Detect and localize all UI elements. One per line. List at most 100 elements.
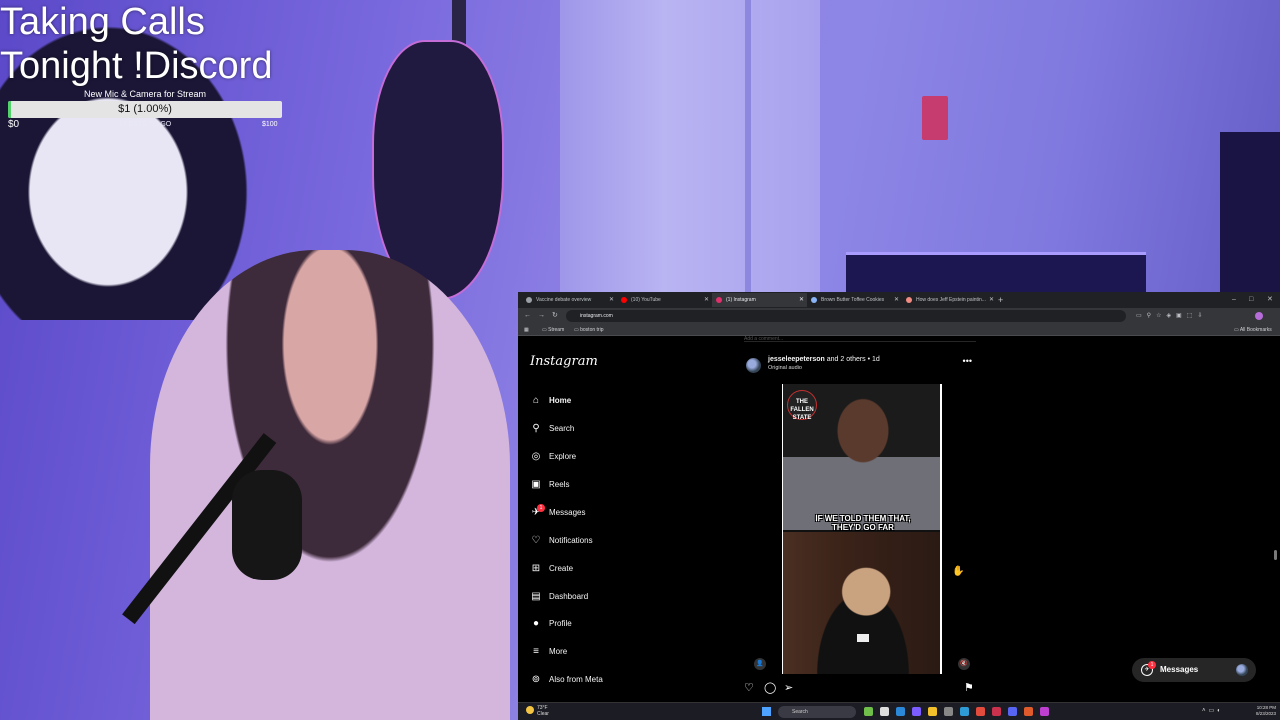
compass-icon: ◎	[531, 451, 541, 462]
back-button[interactable]: ←	[524, 310, 531, 322]
video-channel-logo: THE FALLEN STATE	[787, 390, 817, 421]
post-author[interactable]: jesseleepeterson and 2 others • 1d	[768, 356, 880, 363]
steam-icon[interactable]	[960, 707, 969, 716]
system-tray[interactable]: ˄▭◐	[1202, 705, 1224, 717]
tab-youtube[interactable]: (10) YouTube ✕	[617, 293, 712, 307]
sidebar-item-search[interactable]: ⚲ Search	[530, 420, 640, 438]
tab-instagram[interactable]: (1) Instagram ✕	[712, 293, 807, 307]
sidebar-item-label: Dashboard	[549, 592, 589, 601]
clock-date: 8/23/2023	[1255, 711, 1276, 716]
youtube-icon	[621, 297, 627, 303]
all-bookmarks[interactable]: ▭ All Bookmarks	[1234, 324, 1272, 336]
forward-button[interactable]: →	[538, 310, 545, 322]
bookmark-label: Stream	[548, 327, 565, 333]
windows-start-icon[interactable]	[762, 707, 771, 716]
post-header: jesseleepeterson and 2 others • 1d Origi…	[744, 354, 976, 376]
taskbar-search[interactable]: Search	[778, 706, 856, 718]
sidebar-item-notifications[interactable]: ♡ Notifications	[530, 532, 640, 550]
original-audio[interactable]: Original audio	[768, 365, 802, 371]
like-heart-icon[interactable]: ♡	[744, 680, 754, 696]
messages-button[interactable]: ✈ 1 Messages	[1132, 658, 1256, 682]
app-icon[interactable]	[1040, 707, 1049, 716]
obs-icon[interactable]	[992, 707, 1001, 716]
more-options-icon[interactable]: •••	[963, 356, 972, 366]
close-icon[interactable]: ✕	[894, 293, 899, 307]
edge-icon[interactable]	[896, 707, 905, 716]
close-icon[interactable]: ✕	[609, 293, 614, 307]
reel-video[interactable]: THE FALLEN STATE IF WE TOLD THEM THAT, T…	[782, 384, 942, 674]
bookmark-boston-trip[interactable]: ▭ boston trip	[574, 324, 603, 336]
close-icon[interactable]: ✕	[989, 293, 994, 307]
video-caption-line2: THEY'D GO FAR	[832, 523, 894, 532]
sidebar-item-profile[interactable]: ● Profile	[530, 615, 640, 633]
tab-vaccine-debate[interactable]: Vaccine debate overview ✕	[522, 293, 617, 307]
sidebar-item-home[interactable]: ⌂ Home	[530, 392, 640, 410]
profile-avatar-icon[interactable]	[1255, 312, 1263, 320]
weather-widget[interactable]: 73°F Clear	[526, 705, 549, 717]
share-icon[interactable]: ➢	[784, 680, 793, 696]
coauthors[interactable]: and 2 others	[827, 356, 866, 363]
page-scrollbar[interactable]	[1273, 340, 1278, 700]
comment-icon[interactable]: ◯	[764, 680, 776, 696]
address-bar[interactable]: instagram.com	[566, 310, 1126, 322]
app-icon[interactable]	[864, 707, 873, 716]
mouse-cursor-icon: ✋	[952, 566, 965, 577]
tab-epstein[interactable]: How does Jeff Epstein paintin... ✕	[902, 293, 997, 307]
video-caption: IF WE TOLD THEM THAT, THEY'D GO FAR	[783, 514, 940, 532]
sidebar-item-label: Notifications	[549, 536, 593, 545]
sidebar-item-messages[interactable]: ✈ 1 Messages	[530, 504, 640, 522]
close-icon[interactable]: ✕	[704, 293, 709, 307]
microphone	[232, 470, 302, 580]
sidebar-item-reels[interactable]: ▣ Reels	[530, 476, 640, 494]
sidebar-item-label: Search	[549, 424, 575, 433]
sidebar-item-create[interactable]: ⊞ Create	[530, 560, 640, 578]
clerical-collar	[857, 634, 869, 642]
wall-switch	[922, 96, 948, 140]
dashboard-icon: ▤	[531, 591, 541, 602]
message-avatar	[1236, 664, 1248, 676]
maximize-button[interactable]: □	[1249, 292, 1253, 308]
previous-post-comment: Add a comment...	[744, 336, 976, 342]
toolbar-icons[interactable]: ▭⚲☆◈▣⬚⇩	[1136, 310, 1207, 322]
video-bottom-frame	[783, 532, 940, 674]
minimize-button[interactable]: –	[1232, 292, 1236, 308]
close-window-button[interactable]: ✕	[1267, 292, 1273, 308]
reload-button[interactable]: ↻	[552, 310, 558, 322]
overlay-title-line2: Tonight !Discord	[0, 45, 273, 87]
close-icon[interactable]: ✕	[799, 293, 804, 307]
chrome-icon[interactable]	[976, 707, 985, 716]
apps-icon[interactable]: ▦	[524, 324, 529, 336]
reel-post: Add a comment... jesseleepeterson and 2 …	[744, 336, 978, 706]
taskbar-clock[interactable]: 10:28 PM 8/23/2023	[1246, 705, 1276, 717]
app-icon[interactable]	[1024, 707, 1033, 716]
save-bookmark-icon[interactable]: ⚑	[964, 680, 974, 696]
sidebar-item-dashboard[interactable]: ▤ Dashboard	[530, 588, 640, 606]
browser-toolbar: ← → ↻ instagram.com ▭⚲☆◈▣⬚⇩	[518, 308, 1280, 324]
video-caption-line1: IF WE TOLD THEM THAT,	[815, 514, 911, 523]
sidebar-item-also-from-meta[interactable]: ⊚ Also from Meta	[530, 671, 640, 689]
author-avatar[interactable]	[746, 358, 761, 373]
cabinet	[846, 252, 1146, 296]
tagged-users-icon[interactable]: 👤	[754, 658, 766, 670]
task-view-icon[interactable]	[880, 707, 889, 716]
author-username[interactable]: jesseleepeterson	[768, 356, 825, 363]
tab-cookies[interactable]: Brown Butter Toffee Cookies ✕	[807, 293, 902, 307]
heart-icon: ♡	[531, 535, 541, 546]
sidebar-item-explore[interactable]: ◎ Explore	[530, 448, 640, 466]
scrollbar-thumb[interactable]	[1274, 550, 1277, 560]
sidebar-item-more[interactable]: ≡ More	[530, 643, 640, 661]
reel-media[interactable]: THE FALLEN STATE IF WE TOLD THEM THAT, T…	[744, 384, 976, 674]
bookmark-stream[interactable]: ▭ Stream	[542, 324, 564, 336]
discord-icon[interactable]	[1008, 707, 1017, 716]
new-tab-button[interactable]: +	[998, 292, 1003, 308]
app-icon[interactable]	[944, 707, 953, 716]
instagram-logo[interactable]: Instagram	[530, 354, 598, 369]
mute-icon[interactable]: 🔇	[958, 658, 970, 670]
tab-label: How does Jeff Epstein paintin...	[916, 297, 986, 303]
messages-label: Messages	[1160, 665, 1199, 674]
tab-favicon	[526, 297, 532, 303]
sidebar-item-label: Explore	[549, 452, 577, 461]
bookmark-label: All Bookmarks	[1239, 327, 1272, 333]
file-explorer-icon[interactable]	[928, 707, 937, 716]
app-icon[interactable]	[912, 707, 921, 716]
